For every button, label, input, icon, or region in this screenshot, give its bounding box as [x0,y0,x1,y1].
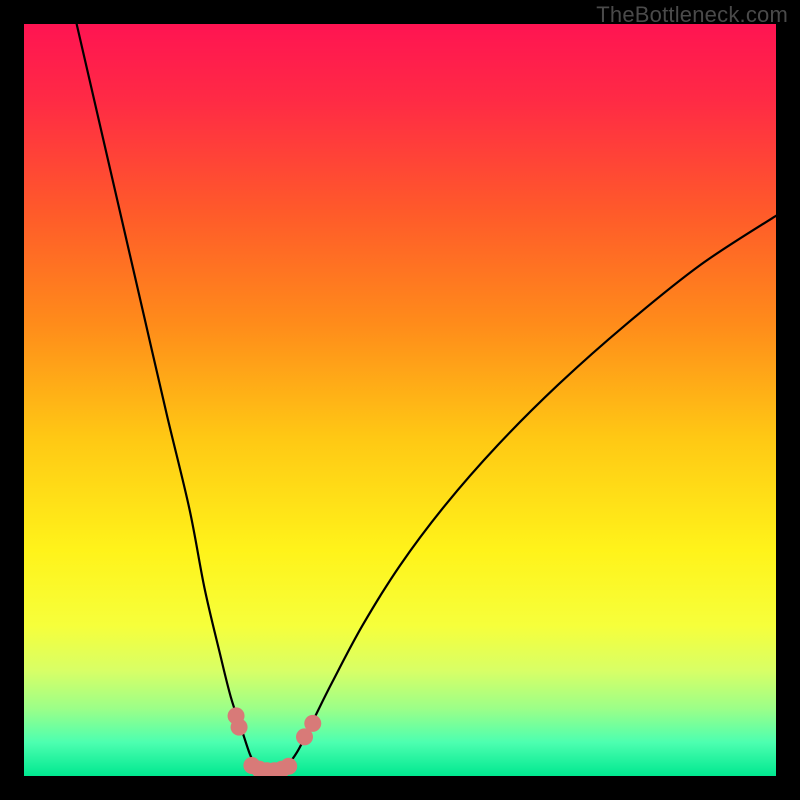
marker-dot [231,719,248,736]
marker-dot [280,758,297,775]
plot-svg [24,24,776,776]
gradient-background [24,24,776,776]
watermark-text: TheBottleneck.com [596,2,788,28]
chart-frame [24,24,776,776]
marker-dot [304,715,321,732]
